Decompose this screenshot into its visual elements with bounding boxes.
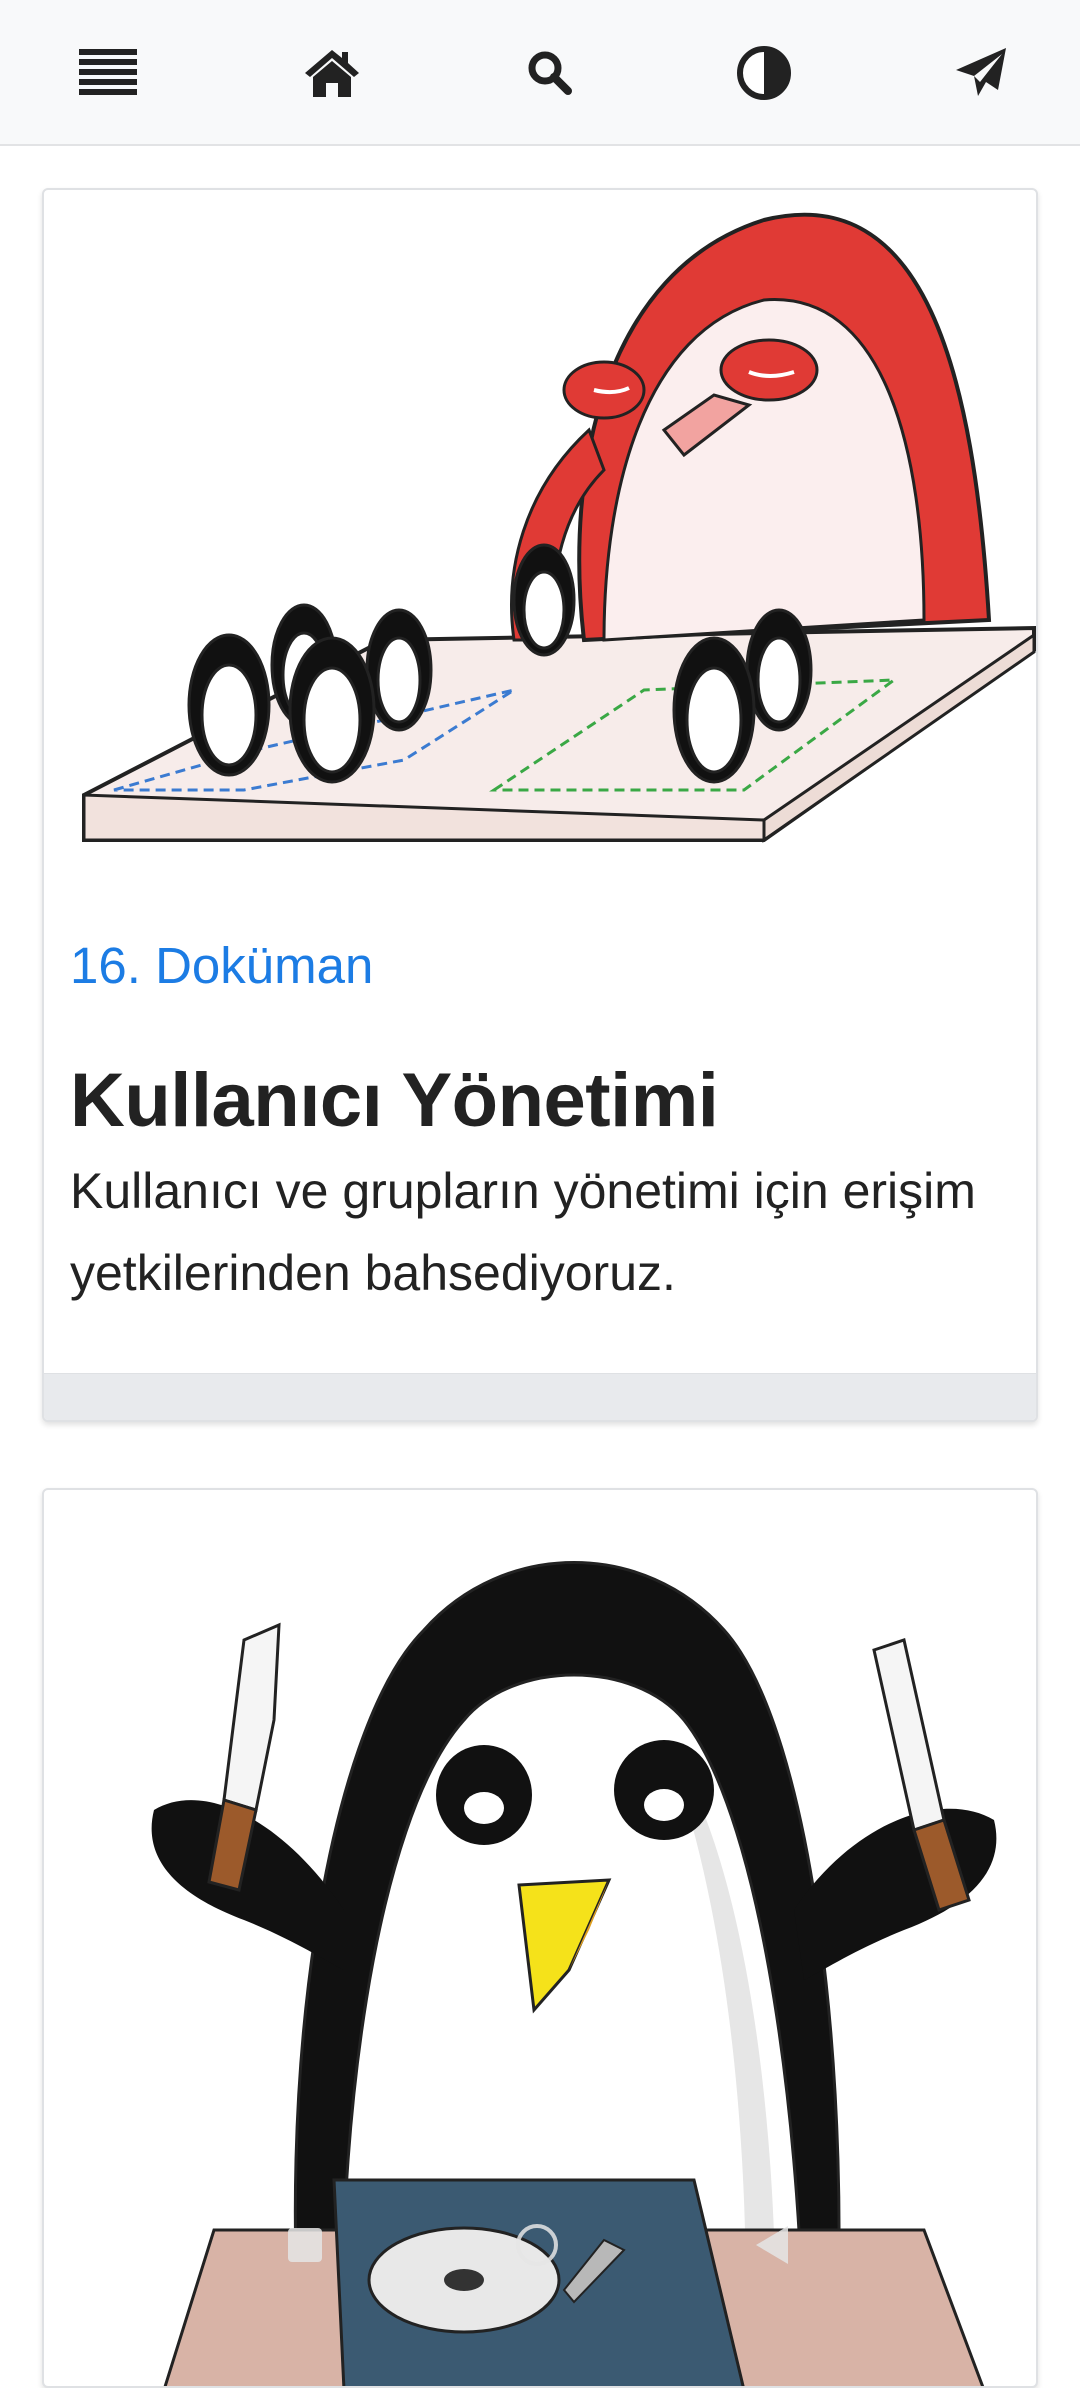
search-button[interactable] xyxy=(515,38,585,108)
contrast-icon xyxy=(737,46,791,100)
send-icon xyxy=(956,48,1006,96)
top-navbar xyxy=(0,0,1080,146)
system-navigation-bar xyxy=(0,2210,1080,2306)
home-button[interactable] xyxy=(297,38,367,108)
recents-button[interactable] xyxy=(286,2226,324,2264)
card-title[interactable]: Kullanıcı Yönetimi xyxy=(70,1056,719,1146)
back-icon xyxy=(756,2226,788,2264)
home-circle-icon xyxy=(516,2224,558,2266)
home-icon xyxy=(305,50,359,97)
menu-icon xyxy=(79,49,137,95)
search-icon xyxy=(528,51,572,95)
send-button[interactable] xyxy=(946,38,1016,108)
home-system-button[interactable] xyxy=(514,2222,560,2268)
back-button[interactable] xyxy=(752,2224,792,2266)
document-number[interactable]: 16. Doküman xyxy=(70,936,373,996)
recents-icon xyxy=(288,2228,322,2262)
theme-toggle-button[interactable] xyxy=(729,38,799,108)
document-card[interactable]: 16. Doküman Kullanıcı Yönetimi Kullanıcı… xyxy=(42,188,1038,1422)
card-description: Kullanıcı ve grupların yönetimi için eri… xyxy=(70,1163,976,1301)
penguin-administrator-illustration xyxy=(82,212,1036,843)
menu-button[interactable] xyxy=(74,38,144,108)
card-footer xyxy=(44,1373,1036,1420)
